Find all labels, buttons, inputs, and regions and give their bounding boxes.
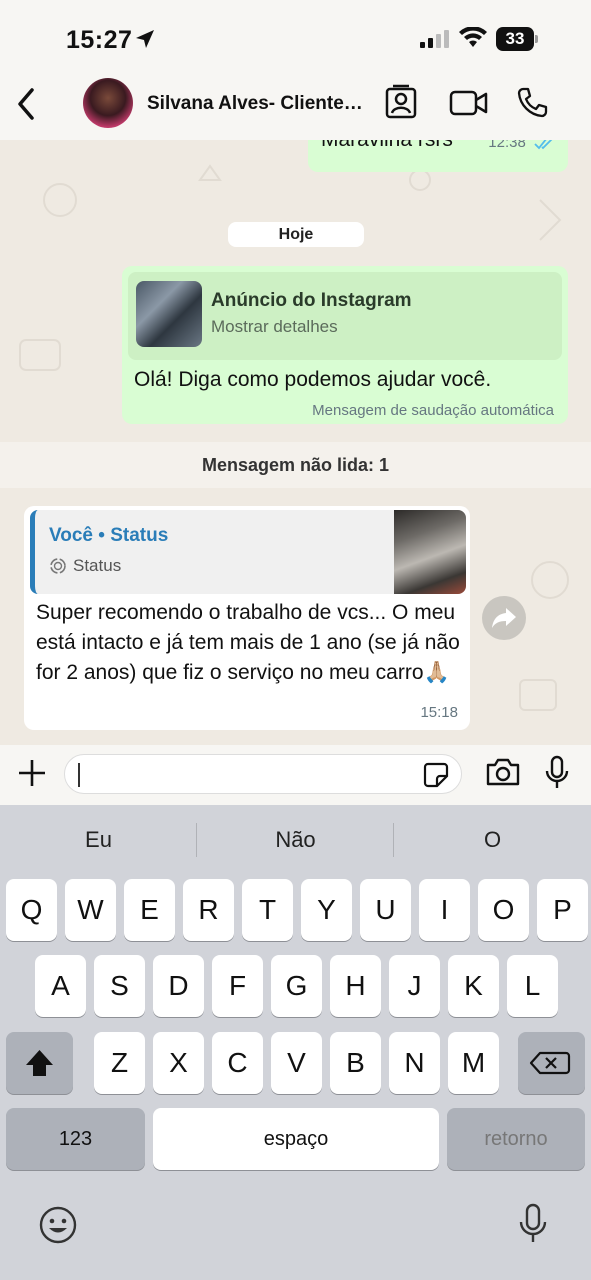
return-key[interactable]: retorno <box>447 1108 585 1170</box>
key-u[interactable]: U <box>360 879 411 941</box>
camera-icon[interactable] <box>485 757 521 787</box>
reply-subtitle: Status <box>49 556 121 576</box>
sticker-icon[interactable] <box>423 762 449 788</box>
status-thumbnail <box>394 510 466 594</box>
key-n[interactable]: N <box>389 1032 440 1094</box>
ad-show-details[interactable]: Mostrar detalhes <box>211 317 338 337</box>
cellular-signal-icon <box>420 30 449 48</box>
message-text: Maravilha rsrs <box>321 140 453 152</box>
keyboard: Eu Não O QWERTYUIOP ASDFGHJKL ZXCVBNM 12… <box>0 805 591 1280</box>
ad-preview-card[interactable]: Anúncio do Instagram Mostrar detalhes <box>128 272 562 360</box>
composer-bar <box>0 745 591 805</box>
space-key[interactable]: espaço <box>153 1108 439 1170</box>
dictation-icon[interactable] <box>518 1203 548 1245</box>
backspace-icon <box>529 1051 571 1075</box>
key-q[interactable]: Q <box>6 879 57 941</box>
chat-header: Silvana Alves- Cliente… <box>0 70 591 140</box>
message-text: Olá! Diga como podemos ajudar você. <box>134 368 492 391</box>
key-f[interactable]: F <box>212 955 263 1017</box>
ad-thumbnail[interactable] <box>136 281 202 347</box>
status-bar: 15:27 33 <box>0 0 591 70</box>
unread-banner: Mensagem não lida: 1 <box>0 442 591 488</box>
auto-greeting-label: Mensagem de saudação automática <box>312 402 554 419</box>
key-t[interactable]: T <box>242 879 293 941</box>
status-icon <box>50 558 66 574</box>
reply-title: Você • Status <box>49 525 169 546</box>
key-g[interactable]: G <box>271 955 322 1017</box>
suggestion[interactable]: O <box>394 805 591 875</box>
key-l[interactable]: L <box>507 955 558 1017</box>
numbers-key[interactable]: 123 <box>6 1108 145 1170</box>
ad-title: Anúncio do Instagram <box>211 290 412 311</box>
key-d[interactable]: D <box>153 955 204 1017</box>
key-o[interactable]: O <box>478 879 529 941</box>
shift-key[interactable] <box>6 1032 73 1094</box>
key-m[interactable]: M <box>448 1032 499 1094</box>
contact-card-icon[interactable] <box>384 84 418 120</box>
key-e[interactable]: E <box>124 879 175 941</box>
phone-icon[interactable] <box>516 86 548 118</box>
key-i[interactable]: I <box>419 879 470 941</box>
reply-subtitle-text: Status <box>73 556 122 575</box>
message-meta: 12:38 <box>488 140 556 151</box>
forward-button[interactable] <box>482 596 526 640</box>
backspace-key[interactable] <box>518 1032 585 1094</box>
message-outgoing[interactable]: Maravilha rsrs 12:38 <box>308 140 568 172</box>
message-time: 12:38 <box>488 140 526 151</box>
key-h[interactable]: H <box>330 955 381 1017</box>
shift-icon <box>26 1050 53 1076</box>
key-a[interactable]: A <box>35 955 86 1017</box>
key-j[interactable]: J <box>389 955 440 1017</box>
emoji-icon[interactable] <box>38 1205 78 1245</box>
forward-icon <box>492 608 516 628</box>
chat-area[interactable]: Maravilha rsrs 12:38 Hoje Anúncio do Ins… <box>0 140 591 745</box>
date-separator: Hoje <box>228 222 364 247</box>
battery-icon: 33 <box>496 27 538 51</box>
status-time: 15:27 <box>66 26 133 54</box>
key-k[interactable]: K <box>448 955 499 1017</box>
message-text: Super recomendo o trabalho de vcs... O m… <box>36 601 460 684</box>
quoted-status-card[interactable]: Você • Status Status <box>30 510 466 594</box>
message-outgoing-ad[interactable]: Anúncio do Instagram Mostrar detalhes Ol… <box>122 266 568 424</box>
key-x[interactable]: X <box>153 1032 204 1094</box>
key-r[interactable]: R <box>183 879 234 941</box>
suggestion[interactable]: Eu <box>0 805 197 875</box>
plus-icon[interactable] <box>16 757 48 789</box>
key-w[interactable]: W <box>65 879 116 941</box>
key-y[interactable]: Y <box>301 879 352 941</box>
microphone-icon[interactable] <box>543 755 571 791</box>
suggestion[interactable]: Não <box>197 805 394 875</box>
key-s[interactable]: S <box>94 955 145 1017</box>
avatar[interactable] <box>83 78 133 128</box>
text-caret <box>78 763 80 787</box>
location-arrow-icon <box>136 30 154 48</box>
wifi-icon <box>459 27 487 47</box>
key-b[interactable]: B <box>330 1032 381 1094</box>
key-c[interactable]: C <box>212 1032 263 1094</box>
video-call-icon[interactable] <box>449 89 489 117</box>
message-input[interactable] <box>64 754 462 794</box>
double-check-icon <box>534 140 553 150</box>
back-chevron-icon[interactable] <box>14 86 40 122</box>
battery-level: 33 <box>496 27 534 51</box>
key-p[interactable]: P <box>537 879 588 941</box>
message-incoming[interactable]: Você • Status Status Super recomendo o t… <box>24 506 470 730</box>
contact-name[interactable]: Silvana Alves- Cliente… <box>147 93 372 115</box>
key-v[interactable]: V <box>271 1032 322 1094</box>
message-time: 15:18 <box>420 704 458 721</box>
key-z[interactable]: Z <box>94 1032 145 1094</box>
